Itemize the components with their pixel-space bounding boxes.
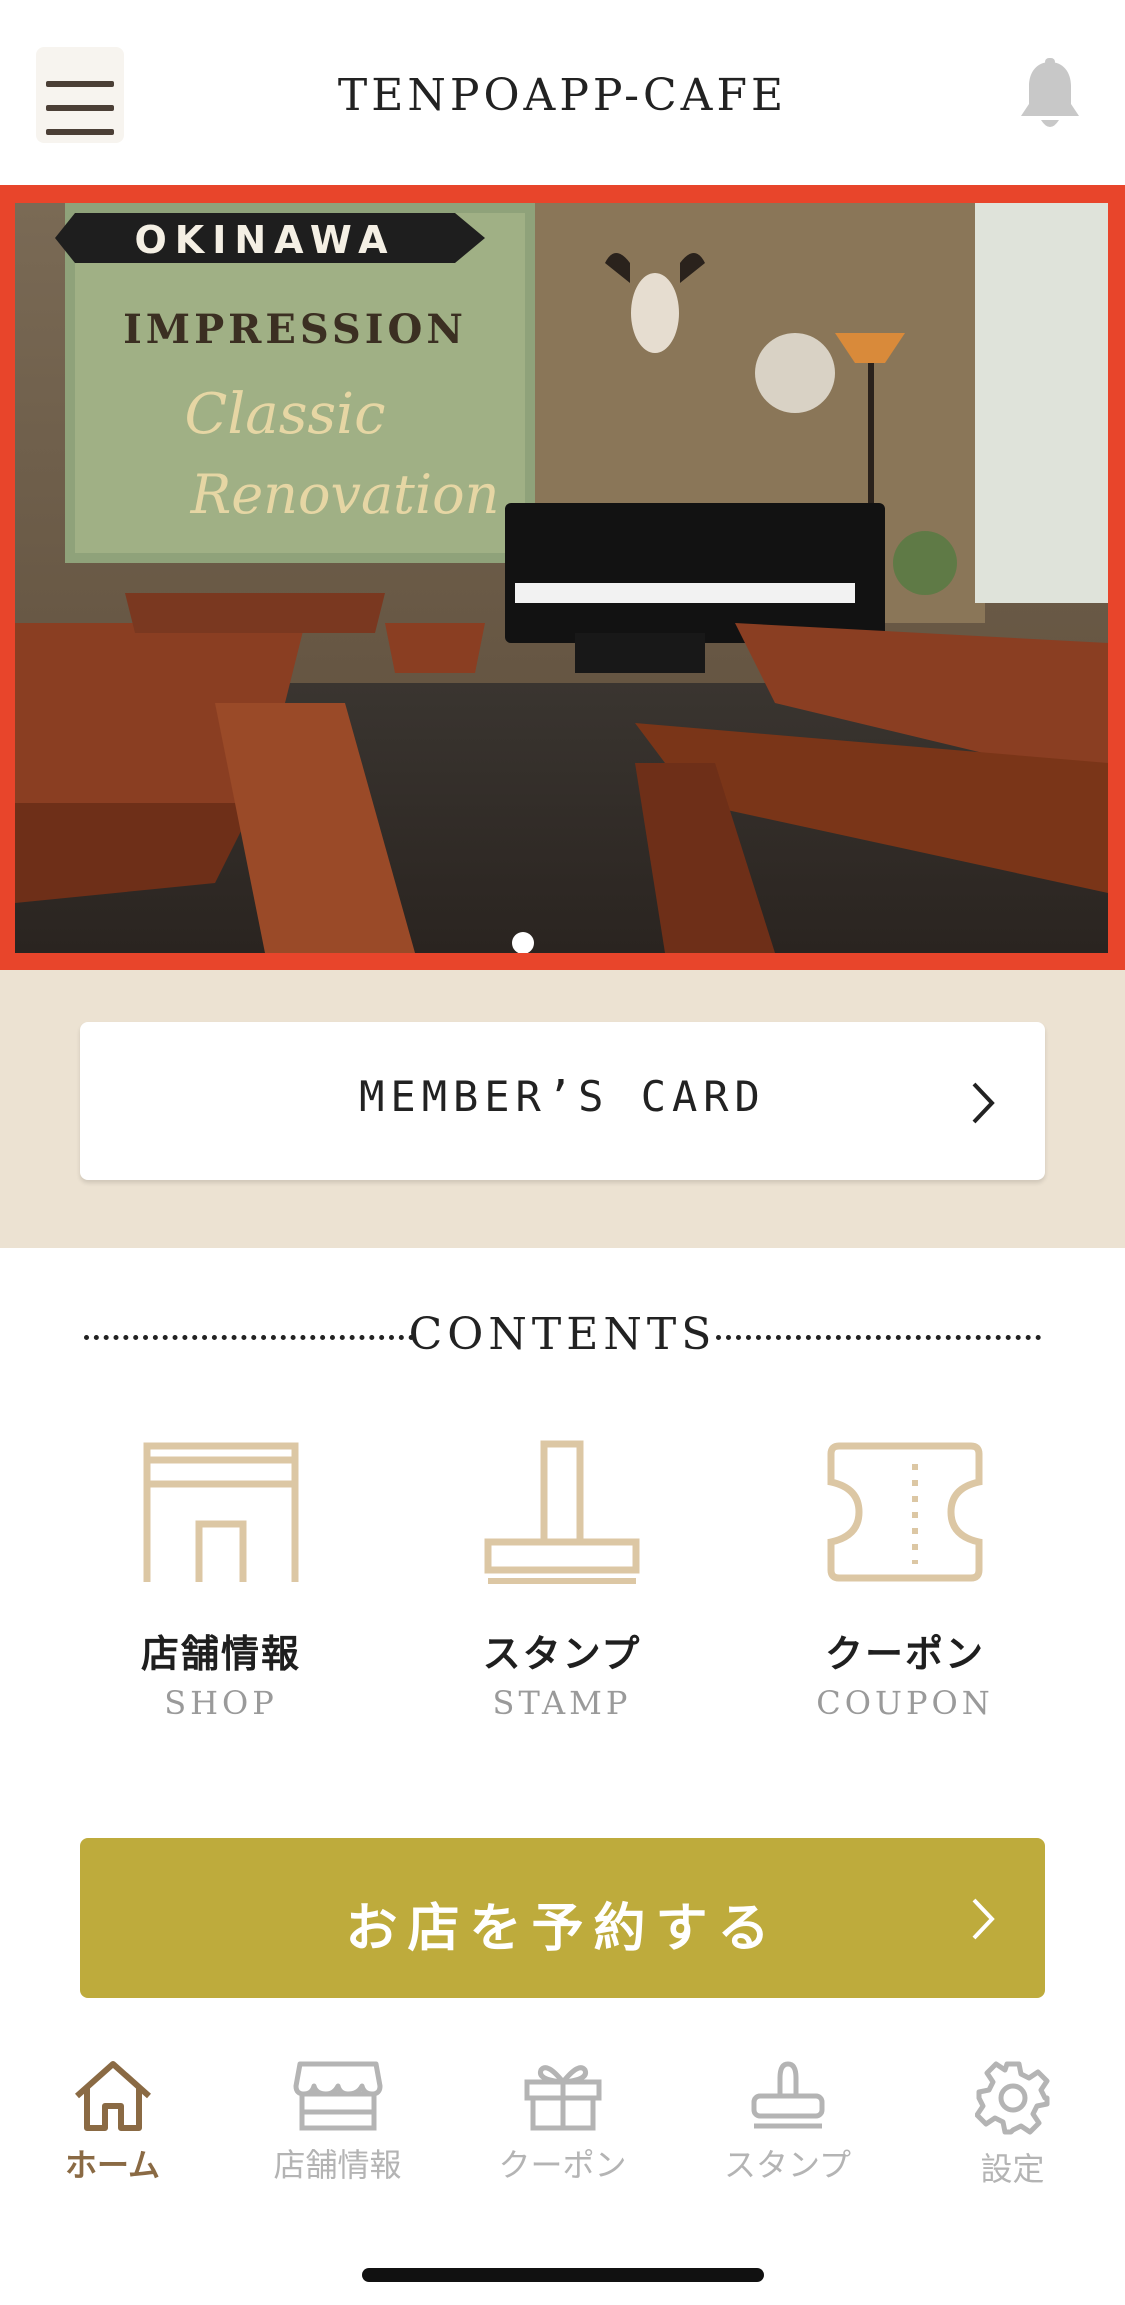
tab-settings-label: 設定 <box>980 2150 1045 2188</box>
feature-coupon-sublabel: COUPON <box>816 1684 994 1722</box>
tab-stamp[interactable]: スタンプ <box>675 2060 900 2186</box>
feature-shop-sublabel: SHOP <box>164 1684 278 1722</box>
contents-header: CONTENTS <box>80 1305 1045 1365</box>
chevron-right-icon <box>972 1898 995 1940</box>
hero-carousel[interactable]: OKINAWA IMPRESSION Classic Renovation <box>0 185 1125 970</box>
member-card-label: MEMBER’S CARD <box>359 1072 766 1121</box>
reserve-button[interactable]: お店を予約する <box>80 1838 1045 1998</box>
bottom-tab-bar: ホーム 店舗情報 クーポン スタンプ 設定 <box>0 2040 1125 2305</box>
tab-store[interactable]: 店舗情報 <box>225 2060 450 2186</box>
svg-text:Classic: Classic <box>185 382 386 447</box>
app-header: TENPOAPP-CAFE <box>0 0 1125 185</box>
svg-text:OKINAWA: OKINAWA <box>134 218 395 262</box>
feature-stamp-sublabel: STAMP <box>492 1684 632 1722</box>
tab-coupon-label: クーポン <box>498 2146 627 2184</box>
dotted-divider-right <box>716 1335 1041 1340</box>
carousel-dot-active[interactable] <box>512 932 534 953</box>
reserve-button-label: お店を予約する <box>345 1899 780 1959</box>
tab-stamp-label: スタンプ <box>723 2146 852 2184</box>
tab-coupon[interactable]: クーポン <box>450 2060 675 2186</box>
cafe-interior-photo: OKINAWA IMPRESSION Classic Renovation <box>15 203 1108 953</box>
tab-settings[interactable]: 設定 <box>900 2060 1125 2190</box>
store-icon <box>293 2061 382 2131</box>
svg-text:IMPRESSION: IMPRESSION <box>123 306 467 353</box>
feature-coupon-label: クーポン <box>824 1632 985 1676</box>
svg-text:Renovation: Renovation <box>190 463 500 526</box>
gear-icon <box>974 2061 1049 2135</box>
member-card-button[interactable]: MEMBER’S CARD <box>80 1022 1045 1180</box>
feature-shop-label: 店舗情報 <box>140 1632 301 1676</box>
home-screen: TENPOAPP-CAFE OKINAWA IMPRESSION Classic… <box>0 0 1125 2305</box>
feature-shop[interactable]: 店舗情報 SHOP <box>71 1440 371 1722</box>
feature-coupon[interactable]: クーポン COUPON <box>755 1440 1055 1722</box>
bell-icon[interactable] <box>1015 58 1085 134</box>
coupon-icon <box>827 1442 983 1582</box>
chevron-right-icon <box>972 1082 995 1124</box>
feature-stamp[interactable]: スタンプ STAMP <box>412 1440 712 1722</box>
tab-store-label: 店舗情報 <box>273 2146 402 2184</box>
member-card-section: MEMBER’S CARD <box>0 970 1125 1248</box>
gift-icon <box>524 2065 601 2131</box>
home-icon <box>74 2061 151 2131</box>
stamp-icon <box>484 1440 640 1584</box>
stamp-icon <box>751 2061 824 2129</box>
shop-icon <box>143 1442 299 1582</box>
tab-home-label: ホーム <box>64 2146 161 2184</box>
app-title: TENPOAPP-CAFE <box>337 70 788 121</box>
tab-home[interactable]: ホーム <box>0 2060 225 2186</box>
feature-stamp-label: スタンプ <box>482 1632 642 1676</box>
home-indicator[interactable] <box>362 2268 764 2282</box>
